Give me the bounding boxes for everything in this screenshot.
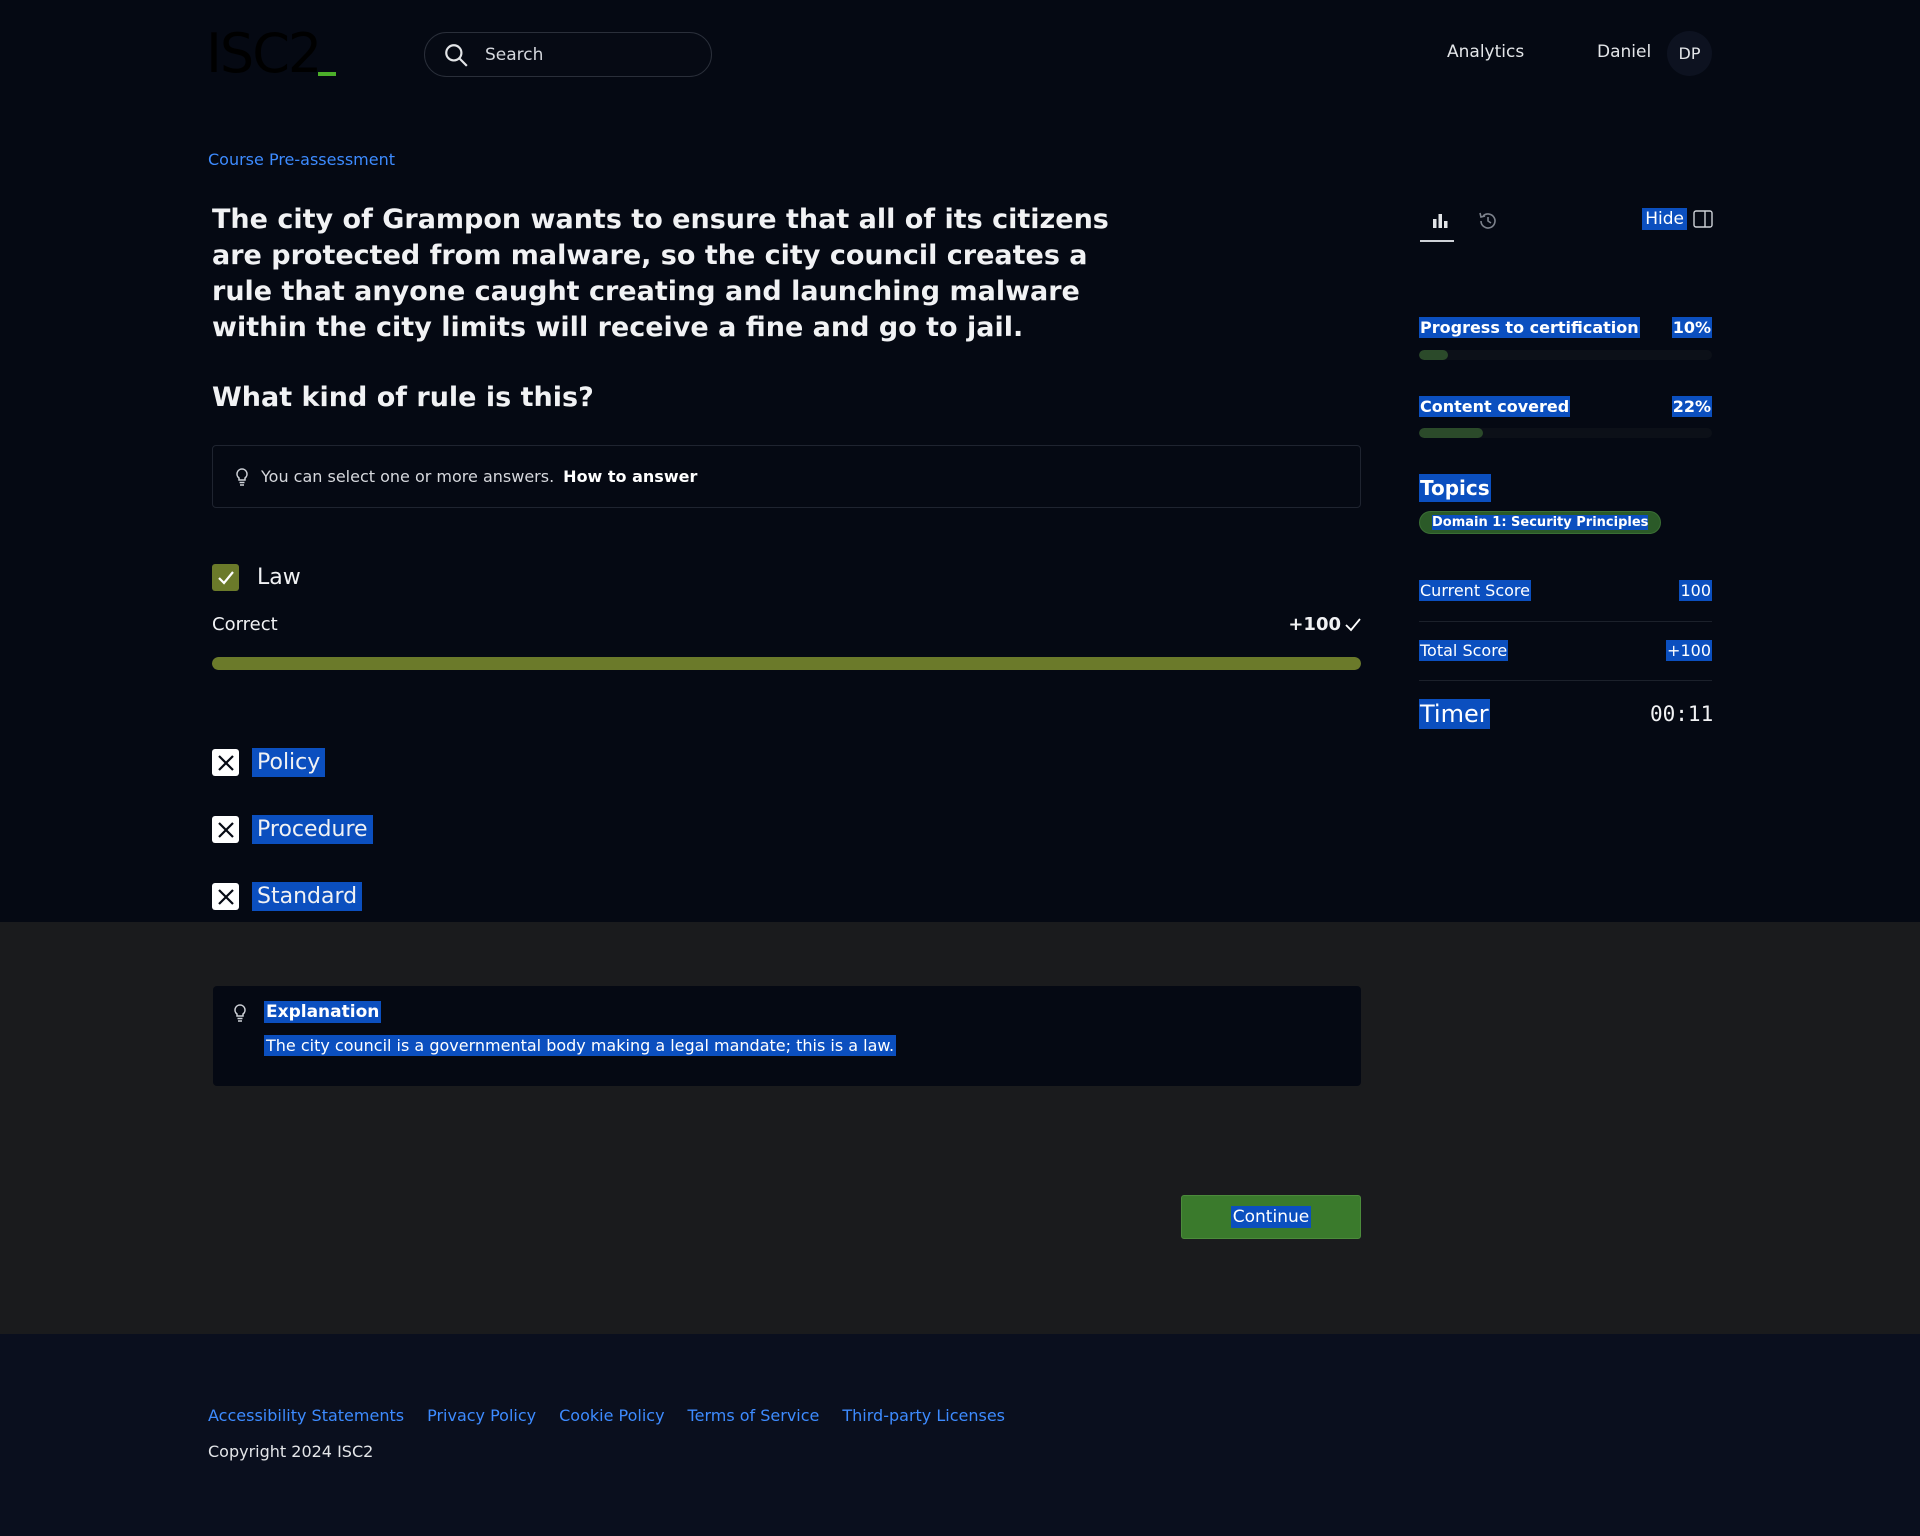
close-icon [217,821,234,838]
current-score-value: 100 [1679,580,1712,601]
total-score-row: Total Score +100 [1419,640,1712,661]
content-metric: Content covered 22% [1419,396,1712,417]
progress-label: Progress to certification [1419,317,1640,338]
logo-underscore-mark [318,72,336,76]
footer-link-cookie[interactable]: Cookie Policy [559,1406,664,1425]
divider [1419,680,1712,681]
sidebar-tabs: Hide [1420,204,1713,244]
explanation-card: Explanation The city council is a govern… [213,986,1361,1086]
user-name[interactable]: Daniel [1597,42,1651,62]
active-tab-indicator [1420,240,1454,242]
option-label: Policy [252,748,326,777]
checkbox-incorrect[interactable] [212,749,239,776]
option-policy[interactable]: Policy [212,748,326,777]
continue-button[interactable]: Continue [1181,1195,1361,1239]
option-procedure[interactable]: Procedure [212,815,373,844]
hide-sidebar-button[interactable]: Hide [1642,208,1713,230]
option-standard[interactable]: Standard [212,882,363,911]
checkbox-incorrect[interactable] [212,883,239,910]
current-score-label: Current Score [1419,580,1531,601]
lightbulb-icon [236,467,248,486]
logo-text: ISC2 [206,22,322,85]
result-label: Correct [212,614,278,635]
history-icon[interactable] [1477,210,1499,232]
hide-label: Hide [1642,208,1687,230]
current-score-row: Current Score 100 [1419,580,1712,601]
lightbulb-icon [234,1004,246,1022]
footer-link-privacy[interactable]: Privacy Policy [427,1406,536,1425]
avatar[interactable]: DP [1667,31,1712,76]
explanation-section [0,922,1920,1334]
explanation-body: The city council is a governmental body … [264,1035,897,1056]
content-bar [1419,428,1712,438]
explanation-title: Explanation [264,1001,382,1023]
search-placeholder: Search [485,44,544,65]
content-fill [1419,428,1484,438]
search-input[interactable]: Search [424,32,712,77]
copyright: Copyright 2024 ISC2 [208,1442,374,1461]
timer-label: Timer [1419,699,1490,729]
isc2-logo[interactable]: ISC2 [206,26,336,82]
footer-link-terms[interactable]: Terms of Service [688,1406,820,1425]
hint-text: You can select one or more answers. [261,467,555,486]
close-icon [217,754,234,771]
footer: Accessibility Statements Privacy Policy … [0,1334,1920,1536]
answer-hint-box: You can select one or more answers. How … [212,445,1361,508]
option-law[interactable]: Law [212,563,306,592]
nav-analytics-link[interactable]: Analytics [1447,42,1524,62]
footer-links: Accessibility Statements Privacy Policy … [208,1406,1005,1425]
check-icon [1345,617,1361,631]
option-label: Law [257,565,301,590]
how-to-answer-link[interactable]: How to answer [563,467,697,486]
question-text: The city of Grampon wants to ensure that… [212,204,1109,343]
result-progress-bar [212,657,1361,670]
content-value: 22% [1671,396,1712,417]
result-progress-fill [212,657,1361,670]
progress-value: 10% [1671,317,1712,338]
footer-link-third-party[interactable]: Third-party Licenses [842,1406,1005,1425]
checkbox-incorrect[interactable] [212,816,239,843]
result-points: +100 [1288,614,1361,635]
progress-fill [1419,350,1449,360]
divider [1419,621,1712,622]
option-label: Standard [252,882,363,911]
progress-metric: Progress to certification 10% [1419,317,1712,338]
total-score-value: +100 [1666,640,1712,661]
topic-chip-label: Domain 1: Security Principles [1432,515,1649,530]
total-score-label: Total Score [1419,640,1509,661]
timer-value: 00:11 [1650,702,1714,726]
bar-chart-icon[interactable] [1429,210,1451,232]
question-prompt: What kind of rule is this? [212,382,594,413]
result-points-value: +100 [1288,614,1341,635]
breadcrumb[interactable]: Course Pre-assessment [208,150,395,169]
search-icon [445,43,468,67]
panel-toggle-icon [1693,210,1713,228]
option-label: Procedure [252,815,373,844]
continue-label: Continue [1230,1206,1312,1228]
checkmark-icon [217,570,234,585]
topics-heading: Topics [1419,474,1491,502]
progress-bar [1419,350,1712,360]
footer-link-accessibility[interactable]: Accessibility Statements [208,1406,404,1425]
checkbox-checked[interactable] [212,564,239,591]
content-label: Content covered [1419,396,1571,417]
topic-chip[interactable]: Domain 1: Security Principles [1419,511,1662,534]
result-row: Correct +100 [212,614,1361,635]
close-icon [217,888,234,905]
